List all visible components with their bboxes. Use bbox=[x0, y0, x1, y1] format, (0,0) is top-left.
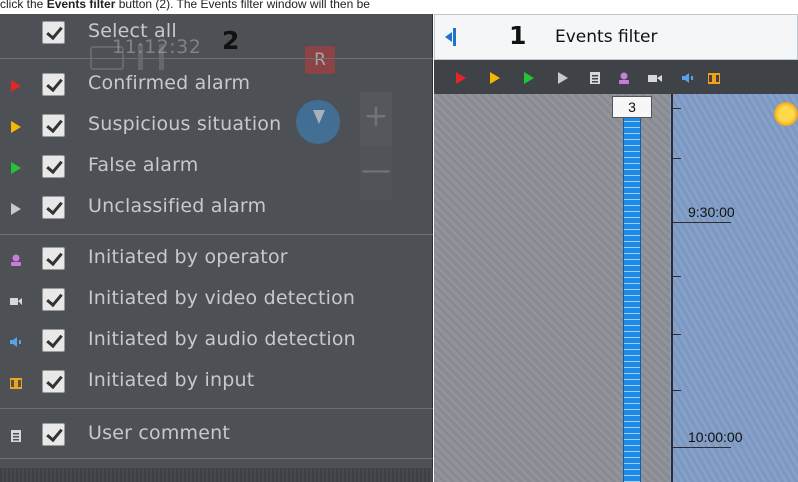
filter-item-label: User comment bbox=[88, 422, 231, 444]
collapse-panel-icon[interactable] bbox=[445, 28, 459, 46]
select-all-checkbox[interactable] bbox=[42, 21, 65, 44]
timeline-blue-zone bbox=[670, 94, 798, 482]
timeline-tick bbox=[673, 276, 681, 277]
filter-item-false-alarm[interactable]: False alarm bbox=[0, 148, 433, 188]
timeline-tick bbox=[673, 108, 681, 109]
filter-item-suspicious-situation[interactable]: Suspicious situation bbox=[0, 107, 433, 147]
time-label: 9:30:00 bbox=[688, 204, 735, 220]
filter-item-initiated-by-operator[interactable]: Initiated by operator bbox=[0, 240, 433, 280]
event-type-icon-strip bbox=[434, 60, 798, 94]
filter-item-initiated-by-video-detection[interactable]: Initiated by video detection bbox=[0, 281, 433, 321]
filter-checkbox[interactable] bbox=[42, 329, 65, 352]
callout-2: 2 bbox=[222, 26, 240, 55]
events-filter-header: 1 Events filter bbox=[434, 14, 798, 60]
filter-item-initiated-by-input[interactable]: Initiated by input bbox=[0, 363, 433, 403]
callout-1: 1 bbox=[509, 21, 527, 50]
timeline-tick bbox=[673, 334, 681, 335]
menu-divider bbox=[0, 408, 433, 409]
filter-item-label: Initiated by video detection bbox=[88, 287, 356, 309]
filter-checkbox[interactable] bbox=[42, 114, 65, 137]
events-filter-title[interactable]: Events filter bbox=[555, 27, 658, 47]
speaker-icon[interactable] bbox=[682, 72, 694, 84]
event-timeline[interactable]: 9:30:00 10:00:00 3 bbox=[434, 94, 798, 482]
menu-bottom-strip bbox=[0, 468, 433, 482]
filter-item-label: False alarm bbox=[88, 154, 199, 176]
operator-icon[interactable] bbox=[618, 72, 630, 84]
filter-item-unclassified-alarm[interactable]: Unclassified alarm bbox=[0, 189, 433, 229]
event-track[interactable] bbox=[623, 116, 641, 482]
timeline-tick bbox=[673, 158, 681, 159]
filter-item-initiated-by-audio-detection[interactable]: Initiated by audio detection bbox=[0, 322, 433, 362]
select-all-label: Select all bbox=[88, 20, 177, 42]
triangle-right-icon bbox=[11, 203, 21, 215]
menu-divider bbox=[0, 458, 433, 459]
filter-checkbox[interactable] bbox=[42, 155, 65, 178]
events-filter-menu: 11:12:32 R + — Select all Confirmed alar… bbox=[0, 14, 433, 482]
timeline-axis bbox=[671, 94, 673, 482]
filter-item-label: Suspicious situation bbox=[88, 113, 282, 135]
caption-prefix: click the bbox=[0, 0, 47, 11]
camera-icon bbox=[10, 298, 22, 305]
comment-icon[interactable] bbox=[590, 72, 600, 84]
unclassified-icon[interactable] bbox=[558, 72, 568, 84]
input-icon[interactable] bbox=[708, 72, 720, 84]
input-icon bbox=[10, 378, 22, 389]
filter-checkbox[interactable] bbox=[42, 370, 65, 393]
suspicious-icon[interactable] bbox=[490, 72, 500, 84]
filter-item-label: Initiated by operator bbox=[88, 246, 288, 268]
menu-divider bbox=[0, 58, 433, 59]
filter-checkbox[interactable] bbox=[42, 196, 65, 219]
select-all-row[interactable]: Select all bbox=[0, 14, 433, 54]
operator-icon bbox=[11, 254, 21, 266]
caption-bold: Events filter bbox=[46, 0, 116, 11]
timeline-tick-major bbox=[673, 222, 731, 223]
event-count-badge[interactable]: 3 bbox=[612, 96, 652, 118]
false-alarm-icon[interactable] bbox=[524, 72, 534, 84]
comment-icon bbox=[11, 430, 21, 442]
filter-item-label: Confirmed alarm bbox=[88, 72, 251, 94]
timeline-tick-major bbox=[673, 447, 731, 448]
triangle-right-icon bbox=[11, 80, 21, 92]
menu-divider bbox=[0, 234, 433, 235]
filter-checkbox[interactable] bbox=[42, 423, 65, 446]
filter-item-label: Initiated by input bbox=[88, 369, 255, 391]
filter-checkbox[interactable] bbox=[42, 73, 65, 96]
sun-icon bbox=[774, 102, 798, 126]
speaker-icon bbox=[10, 337, 21, 347]
filter-item-user-comment[interactable]: User comment bbox=[0, 416, 433, 456]
confirmed-alarm-icon[interactable] bbox=[456, 72, 466, 84]
triangle-right-icon bbox=[11, 121, 21, 133]
timeline-tick bbox=[673, 390, 681, 391]
filter-checkbox[interactable] bbox=[42, 288, 65, 311]
filter-item-confirmed-alarm[interactable]: Confirmed alarm bbox=[0, 66, 433, 106]
camera-icon[interactable] bbox=[648, 72, 662, 84]
filter-item-label: Initiated by audio detection bbox=[88, 328, 356, 350]
caption-suffix: button (2). The Events filter window wil… bbox=[115, 0, 370, 11]
time-label: 10:00:00 bbox=[688, 429, 743, 445]
triangle-right-icon bbox=[11, 162, 21, 174]
instruction-caption: click the Events filter button (2). The … bbox=[0, 0, 798, 14]
filter-checkbox[interactable] bbox=[42, 247, 65, 270]
filter-item-label: Unclassified alarm bbox=[88, 195, 267, 217]
